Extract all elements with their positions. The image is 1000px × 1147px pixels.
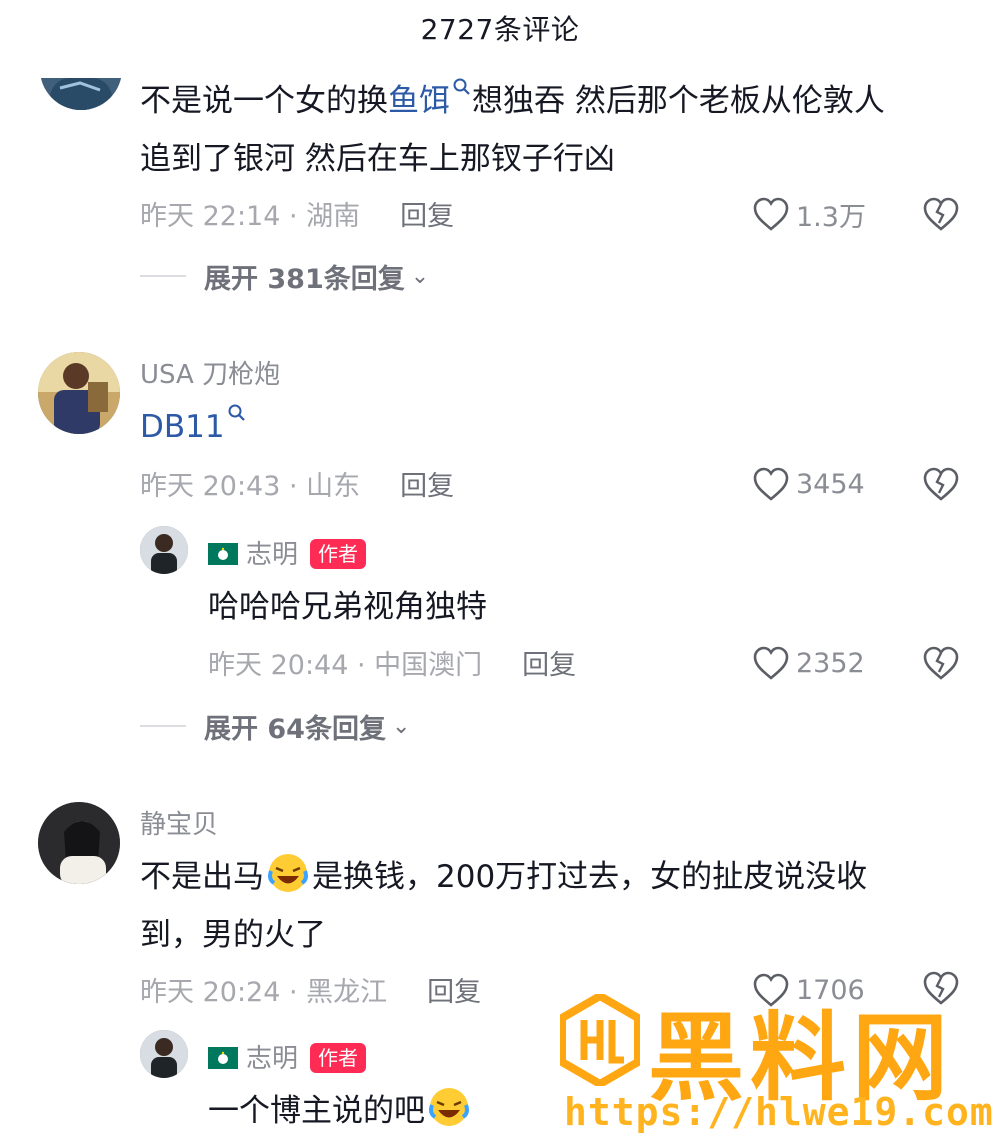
- username-text: 志明: [246, 1044, 299, 1074]
- like-count: 1.3万: [796, 201, 866, 233]
- comment-text-line2: 追到了银河 然后在车上那钗子行凶: [140, 141, 615, 177]
- author-badge: 作者: [310, 1043, 367, 1073]
- avatar[interactable]: [140, 1030, 188, 1078]
- comment-time-location: 昨天 20:24 · 黑龙江: [140, 977, 388, 1008]
- username[interactable]: 静宝贝: [140, 804, 218, 841]
- search-link[interactable]: DB11: [140, 409, 225, 445]
- comment-time-location: 昨天 20:43 · 山东: [140, 471, 361, 502]
- expand-replies-button[interactable]: 展开 381条回复 ⌄: [140, 256, 429, 296]
- broken-heart-icon[interactable]: [922, 196, 960, 232]
- comment-text-part: 不是出马: [140, 859, 264, 895]
- comment-count-title-overlay: 2727条评论: [420, 13, 580, 46]
- comment-time-location: 昨天 22:14 · 湖南: [140, 201, 361, 232]
- reply-button[interactable]: 回复: [400, 201, 454, 232]
- comment-meta: 昨天 20:24 · 黑龙江 回复: [140, 970, 481, 1010]
- comment-text-part: 不是说一个女的换: [140, 83, 388, 119]
- expand-replies-button[interactable]: 展开 64条回复 ⌄: [140, 706, 410, 746]
- username[interactable]: 志明 作者: [208, 534, 367, 571]
- comment-meta: 昨天 22:14 · 湖南 回复: [140, 194, 454, 234]
- comment-text: 不是说一个女的换鱼饵 想独吞 然后那个老板从伦敦人: [140, 72, 885, 130]
- chevron-down-icon: ⌄: [391, 713, 411, 739]
- avatar[interactable]: [38, 802, 120, 884]
- comment-text-part: 想独吞 然后那个老板从伦敦人: [472, 83, 885, 119]
- comment-meta: 昨天 20:43 · 山东 回复: [140, 464, 454, 504]
- broken-heart-icon[interactable]: [922, 466, 960, 502]
- heart-icon: [753, 646, 789, 680]
- author-badge: 作者: [310, 539, 367, 569]
- username[interactable]: 志明 作者: [208, 1038, 367, 1075]
- heart-icon: [753, 197, 789, 231]
- divider-line: [140, 725, 186, 727]
- laughing-crying-emoji: [268, 854, 308, 892]
- search-mark-icon: [228, 404, 245, 421]
- reply-button[interactable]: 回复: [522, 650, 576, 681]
- watermark: 黑料网 https://hlwe19.com: [560, 988, 993, 1138]
- reply-text-part: 一个博主说的吧: [208, 1093, 425, 1129]
- comment-text-part: 是换钱，200万打过去，女的扯皮说没收: [312, 859, 868, 895]
- chevron-down-icon: ⌄: [410, 263, 430, 289]
- reply-text: 哈哈哈兄弟视角独特: [208, 589, 487, 625]
- watermark-logo-icon: [560, 994, 640, 1086]
- watermark-url: https://hlwe19.com: [564, 1090, 994, 1134]
- expand-label: 展开 381条回复: [204, 263, 405, 295]
- comment-text: 不是出马 是换钱，200万打过去，女的扯皮说没收: [140, 848, 867, 906]
- comment-text: DB11: [140, 398, 247, 456]
- search-mark-icon: [453, 78, 470, 95]
- reply-meta: 昨天 20:44 · 中国澳门 回复: [208, 643, 576, 683]
- avatar[interactable]: [140, 526, 188, 574]
- reply-button[interactable]: 回复: [427, 977, 481, 1008]
- like-button[interactable]: 1.3万: [752, 194, 866, 234]
- like-count: 3454: [796, 468, 865, 500]
- reply-text: 一个博主说的吧: [208, 1082, 473, 1140]
- divider-line: [140, 275, 186, 277]
- like-count: 2352: [796, 647, 865, 679]
- search-link[interactable]: 鱼饵: [388, 83, 450, 119]
- laughing-crying-emoji: [429, 1088, 469, 1126]
- reply-time-location: 昨天 20:44 · 中国澳门: [208, 650, 483, 681]
- reply-button[interactable]: 回复: [400, 471, 454, 502]
- avatar[interactable]: [38, 352, 120, 434]
- username[interactable]: USA 刀枪炮: [140, 354, 280, 391]
- comment-text-line2: 到，男的火了: [140, 917, 326, 953]
- expand-label: 展开 64条回复: [204, 713, 386, 745]
- heart-icon: [753, 467, 789, 501]
- username-text: 志明: [246, 540, 299, 570]
- broken-heart-icon[interactable]: [922, 645, 960, 681]
- like-button[interactable]: 3454: [752, 464, 865, 504]
- like-button[interactable]: 2352: [752, 643, 865, 683]
- macau-flag-icon: [208, 543, 238, 565]
- macau-flag-icon: [208, 1047, 238, 1069]
